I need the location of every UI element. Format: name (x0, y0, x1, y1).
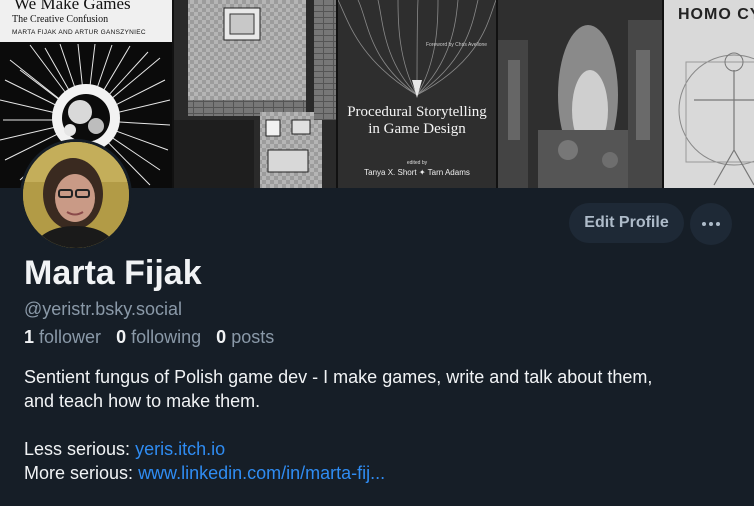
following-label: following (131, 327, 202, 347)
banner-cityscape (498, 0, 662, 188)
bio-more-serious: More serious: www.linkedin.com/in/marta-… (24, 461, 744, 485)
linkedin-link[interactable]: www.linkedin.com/in/marta-fij... (138, 463, 385, 483)
book-authors: Tanya X. Short ✦ Tarn Adams (364, 168, 470, 177)
avatar[interactable] (20, 139, 132, 251)
avatar-photo (23, 142, 129, 248)
vitruvian-illustration (678, 52, 754, 186)
less-serious-label: Less serious: (24, 439, 131, 459)
banner-book-procedural-storytelling: Foreword by Chris Avellone Procedural St… (338, 0, 496, 188)
cityscape-illustration (498, 0, 662, 188)
bio-less-serious: Less serious: yeris.itch.io (24, 437, 744, 461)
followers-link[interactable]: 1 follower (24, 327, 101, 347)
following-link[interactable]: 0 following (116, 327, 201, 347)
bio-line: Sentient fungus of Polish game dev - I m… (24, 367, 653, 387)
bio-line: and teach how to make them. (24, 391, 261, 411)
following-count: 0 (116, 327, 127, 347)
posts-stat: 0 posts (216, 327, 274, 347)
book-title-line2: in Game Design (368, 121, 466, 137)
bio-spacer (24, 413, 744, 437)
book-edited-by: edited by (406, 160, 428, 166)
book-title-line1: Procedural Storytelling (347, 104, 487, 120)
itch-link[interactable]: yeris.itch.io (135, 439, 225, 459)
profile-stats: 1 follower 0 following 0 posts (24, 327, 284, 348)
pixel-map-illustration (174, 0, 336, 188)
profile-handle: @yeristr.bsky.social (24, 299, 182, 319)
book-title: HOMO CYB (678, 6, 754, 23)
profile-bio: Sentient fungus of Polish game dev - I m… (24, 365, 744, 485)
banner-book-homo-cyber: HOMO CYB (664, 0, 754, 188)
edit-profile-button[interactable]: Edit Profile (569, 203, 684, 243)
banner-pixel-map (174, 0, 336, 188)
ellipsis-icon (702, 222, 720, 226)
book-title: Procedural Storytelling in Game Design (344, 104, 490, 138)
book-title: We Make Games (14, 0, 131, 13)
display-name: Marta Fijak (24, 254, 202, 292)
posts-count: 0 (216, 327, 227, 347)
posts-label: posts (231, 327, 275, 347)
avatar-image (23, 142, 129, 248)
followers-count: 1 (24, 327, 35, 347)
book-subtitle: The Creative Confusion (12, 14, 109, 25)
book-authors: MARTA FIJAK AND ARTUR GANSZYNIEC (12, 29, 146, 36)
followers-label: follower (39, 327, 102, 347)
more-options-button[interactable] (690, 203, 732, 245)
more-serious-label: More serious: (24, 463, 134, 483)
book-foreword: Foreword by Chris Avellone (426, 42, 488, 48)
